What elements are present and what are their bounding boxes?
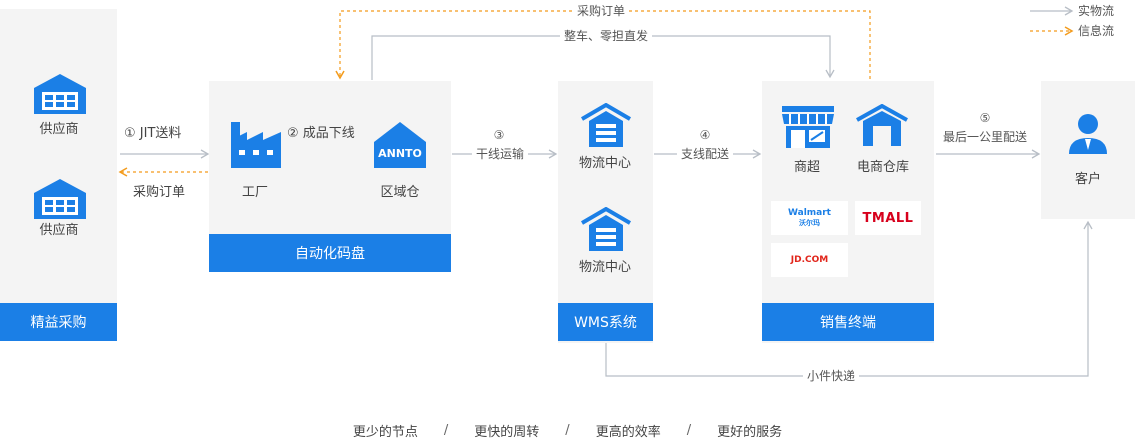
legend-physical-label: 实物流 bbox=[1078, 4, 1115, 18]
logistics-center-icon bbox=[581, 103, 631, 147]
supermarket-icon bbox=[782, 106, 834, 148]
trunk-step-label: ③ bbox=[493, 128, 505, 142]
supplier-2-label: 供应商 bbox=[39, 223, 79, 238]
sales-bar: 销售终端 bbox=[762, 303, 934, 341]
supermarket-label: 商超 bbox=[793, 160, 821, 175]
footer-item: 更快的周转 bbox=[474, 425, 540, 440]
branch-label: 支线配送 bbox=[676, 148, 734, 160]
last-mile-step-label: ⑤ bbox=[979, 111, 991, 125]
top-direct-label: 整车、零担直发 bbox=[559, 30, 653, 42]
auto-count-bar: 自动化码盘 bbox=[209, 234, 451, 272]
logistics-center-icon bbox=[581, 207, 631, 251]
purchase-order-back-label: 采购订单 bbox=[133, 185, 186, 200]
walmart-logo-text: Walmart bbox=[788, 208, 831, 218]
footer-separator: / bbox=[686, 423, 692, 438]
trunk-label: 干线运输 bbox=[471, 148, 529, 160]
footer-benefits: 更少的节点 / 更快的周转 / 更高的效率 / 更好的服务 bbox=[0, 421, 1135, 440]
walmart-logo: Walmart 沃尔玛 bbox=[771, 201, 848, 235]
branch-step-label: ④ bbox=[699, 128, 711, 142]
footer-separator: / bbox=[565, 423, 570, 438]
logistics-center-2-label: 物流中心 bbox=[578, 260, 632, 275]
jd-logo-text: JD.COM bbox=[790, 254, 829, 265]
tmall-logo: TMALL bbox=[855, 201, 921, 235]
procurement-bar: 精益采购 bbox=[0, 303, 117, 341]
logistics-center-1-label: 物流中心 bbox=[578, 156, 632, 171]
finished-goods-label: ② 成品下线 bbox=[287, 126, 355, 141]
jit-label: ① JIT送料 bbox=[124, 126, 182, 141]
regional-warehouse-icon bbox=[374, 122, 426, 168]
supplier-1-label: 供应商 bbox=[39, 122, 79, 137]
legend-info-label: 信息流 bbox=[1078, 24, 1115, 38]
customer-label: 客户 bbox=[1074, 172, 1102, 187]
ecommerce-warehouse-icon bbox=[856, 104, 908, 146]
wms-bar: WMS系统 bbox=[558, 303, 653, 341]
factory-icon bbox=[231, 122, 281, 168]
supplier-warehouse-icon bbox=[34, 74, 86, 114]
regional-warehouse-label: 区域仓 bbox=[380, 185, 420, 200]
jd-logo: JD.COM bbox=[771, 243, 848, 277]
tmall-logo-text: TMALL bbox=[862, 210, 914, 226]
procurement-panel bbox=[0, 9, 117, 341]
small-express-label: 小件快递 bbox=[802, 370, 860, 382]
annto-logo-text: ANNTO bbox=[378, 146, 422, 160]
footer-item: 更少的节点 bbox=[352, 425, 418, 440]
top-purchase-order-arrow bbox=[335, 10, 871, 80]
walmart-cn-text: 沃尔玛 bbox=[799, 219, 820, 227]
top-purchase-order-label: 采购订单 bbox=[572, 5, 630, 17]
last-mile-label: 最后一公里配送 bbox=[942, 130, 1028, 144]
footer-item: 更高的效率 bbox=[595, 425, 661, 440]
ecommerce-warehouse-label: 电商仓库 bbox=[856, 160, 910, 175]
footer-separator: / bbox=[443, 423, 449, 438]
factory-label: 工厂 bbox=[241, 185, 269, 200]
footer-item: 更好的服务 bbox=[717, 425, 783, 440]
customer-person-icon bbox=[1069, 114, 1107, 154]
supplier-warehouse-icon bbox=[34, 179, 86, 219]
